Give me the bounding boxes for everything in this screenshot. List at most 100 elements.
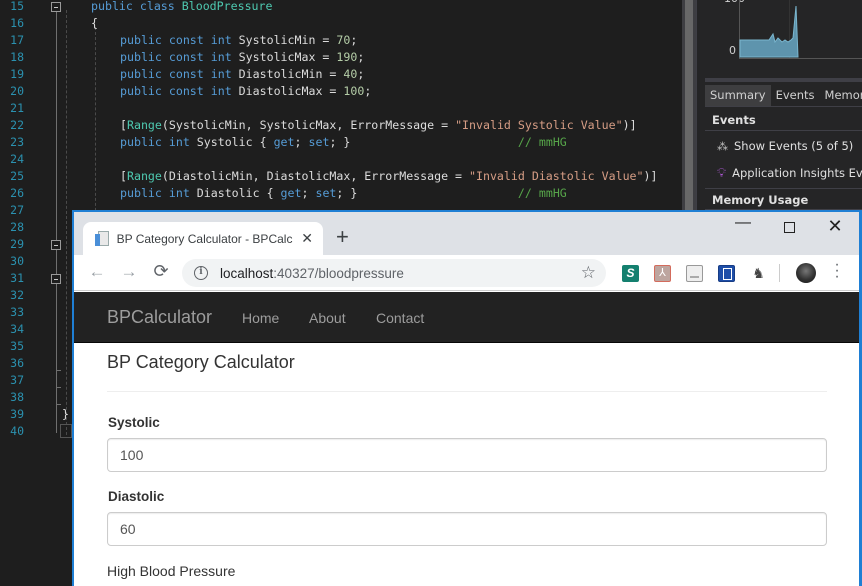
extension-robot-icon[interactable]: ♞ — [750, 265, 767, 282]
code-token: )] — [622, 118, 637, 132]
line-number: 32 — [10, 288, 24, 302]
site-info-icon[interactable]: i — [194, 266, 208, 280]
code-comment: // mmHG — [517, 135, 567, 149]
code-token: Diastolic { — [196, 186, 281, 200]
code-token: Systolic { — [196, 135, 274, 149]
nav-link-contact[interactable]: Contact — [376, 310, 424, 326]
forward-button[interactable]: → — [118, 262, 140, 282]
maximize-button[interactable] — [774, 218, 804, 238]
site-navbar: BPCalculator Home About Contact — [74, 292, 859, 343]
outline-end-mark — [56, 404, 61, 405]
address-bar[interactable]: i localhost:40327/bloodpressure ☆ — [182, 259, 606, 287]
extension-book-icon[interactable] — [718, 265, 735, 282]
nav-link-about[interactable]: About — [309, 310, 346, 326]
collapse-toggle-icon[interactable] — [51, 2, 61, 12]
code-token: ; } — [329, 135, 351, 149]
events-icon: ⁂ — [717, 139, 728, 153]
line-number: 34 — [10, 322, 24, 336]
code-token: SystolicMin = — [238, 33, 337, 47]
browser-tab[interactable]: BP Category Calculator - BPCalculator ✕ — [83, 222, 323, 255]
app-insights-link[interactable]: 💡︎ Application Insights Events — [705, 160, 862, 186]
code-line-39[interactable]: } — [62, 406, 69, 423]
collapse-toggle-icon[interactable] — [51, 240, 61, 250]
code-line-17[interactable]: public const int SystolicMin = 70; — [120, 32, 357, 49]
code-token: public const int — [120, 33, 239, 47]
browser-menu-icon[interactable]: · · · — [832, 257, 842, 285]
code-token: DiastolicMax = — [238, 84, 344, 98]
page-title: BP Category Calculator — [107, 352, 295, 372]
reload-button[interactable]: ⟳ — [150, 261, 172, 282]
tab-memory[interactable]: Memory — [820, 85, 862, 106]
code-line-26[interactable]: public int Diastolic { get; set; } // mm… — [120, 185, 567, 202]
code-token: ; — [350, 33, 358, 47]
line-number: 36 — [10, 356, 24, 370]
code-line-18[interactable]: public const int SystolicMax = 190; — [120, 49, 364, 66]
code-token: public int — [120, 186, 197, 200]
code-token: SystolicMax = — [238, 50, 337, 64]
extension-s-icon[interactable]: S — [622, 265, 639, 282]
code-line-19[interactable]: public const int DiastolicMin = 40; — [120, 66, 364, 83]
line-number: 40 — [10, 424, 24, 438]
diastolic-input[interactable] — [107, 512, 827, 546]
back-button[interactable]: ← — [86, 262, 108, 282]
code-token: [ — [120, 118, 127, 132]
code-line-15[interactable]: public class BloodPressure — [91, 0, 273, 15]
extension-pdf-icon[interactable]: ⅄ — [654, 265, 671, 282]
minimize-button[interactable]: — — [728, 214, 758, 232]
code-token: (DiastolicMin, DiastolicMax, ErrorMessag… — [161, 169, 470, 183]
line-number: 16 — [10, 16, 24, 30]
line-number: 38 — [10, 390, 24, 404]
line-number: 27 — [10, 203, 24, 217]
cpu-usage-chart: 100 0 — [705, 0, 862, 76]
new-tab-button[interactable]: + — [336, 226, 349, 248]
bookmark-star-icon[interactable]: ☆ — [581, 263, 596, 283]
tab-summary[interactable]: Summary — [705, 85, 771, 106]
code-line-25[interactable]: [Range(DiastolicMin, DiastolicMax, Error… — [120, 168, 658, 185]
line-number: 35 — [10, 339, 24, 353]
site-brand-link[interactable]: BPCalculator — [107, 307, 212, 328]
diastolic-label: Diastolic — [108, 489, 165, 504]
code-token: set — [308, 135, 330, 149]
code-token: 40 — [343, 67, 358, 81]
code-token: public const int — [120, 84, 239, 98]
show-events-link[interactable]: ⁂ Show Events (5 of 5) — [705, 133, 862, 159]
close-window-button[interactable]: ✕ — [820, 216, 850, 237]
panel-splitter[interactable] — [705, 78, 862, 82]
collapse-toggle-icon[interactable] — [51, 274, 61, 284]
systolic-input[interactable] — [107, 438, 827, 472]
code-line-16[interactable]: { — [91, 15, 98, 32]
code-line-22[interactable]: [Range(SystolicMin, SystolicMax, ErrorMe… — [120, 117, 637, 134]
maximize-icon — [783, 222, 795, 233]
current-line-marker — [60, 424, 72, 438]
code-line-20[interactable]: public const int DiastolicMax = 100; — [120, 83, 371, 100]
profile-avatar[interactable] — [796, 263, 816, 283]
code-token: )] — [643, 169, 658, 183]
line-number: 24 — [10, 152, 24, 166]
line-number: 31 — [10, 271, 24, 285]
url-text[interactable]: localhost:40327/bloodpressure — [220, 266, 404, 281]
nav-link-home[interactable]: Home — [242, 310, 279, 326]
close-tab-icon[interactable]: ✕ — [301, 230, 313, 247]
code-line-23[interactable]: public int Systolic { get; set; } // mmH… — [120, 134, 567, 151]
line-number: 33 — [10, 305, 24, 319]
code-token: Range — [126, 118, 162, 132]
tab-events[interactable]: Events — [771, 85, 820, 106]
code-token: ; — [294, 135, 309, 149]
scrollbar-thumb[interactable] — [685, 0, 693, 210]
lightbulb-icon: 💡︎ — [717, 165, 727, 181]
line-number: 28 — [10, 220, 24, 234]
code-token: Range — [126, 169, 162, 183]
url-path: :40327/bloodpressure — [273, 265, 404, 281]
title-divider — [107, 391, 827, 392]
line-number: 17 — [10, 33, 24, 47]
code-token: [ — [120, 169, 127, 183]
browser-titlebar[interactable]: BP Category Calculator - BPCalculator ✕ … — [74, 212, 859, 255]
extension-document-icon[interactable] — [686, 265, 703, 282]
line-number: 39 — [10, 407, 24, 421]
line-number: 29 — [10, 237, 24, 251]
events-section-header: Events — [705, 109, 862, 131]
systolic-label: Systolic — [108, 415, 160, 430]
bp-category-result: High Blood Pressure — [107, 563, 236, 579]
line-number: 21 — [10, 101, 24, 115]
